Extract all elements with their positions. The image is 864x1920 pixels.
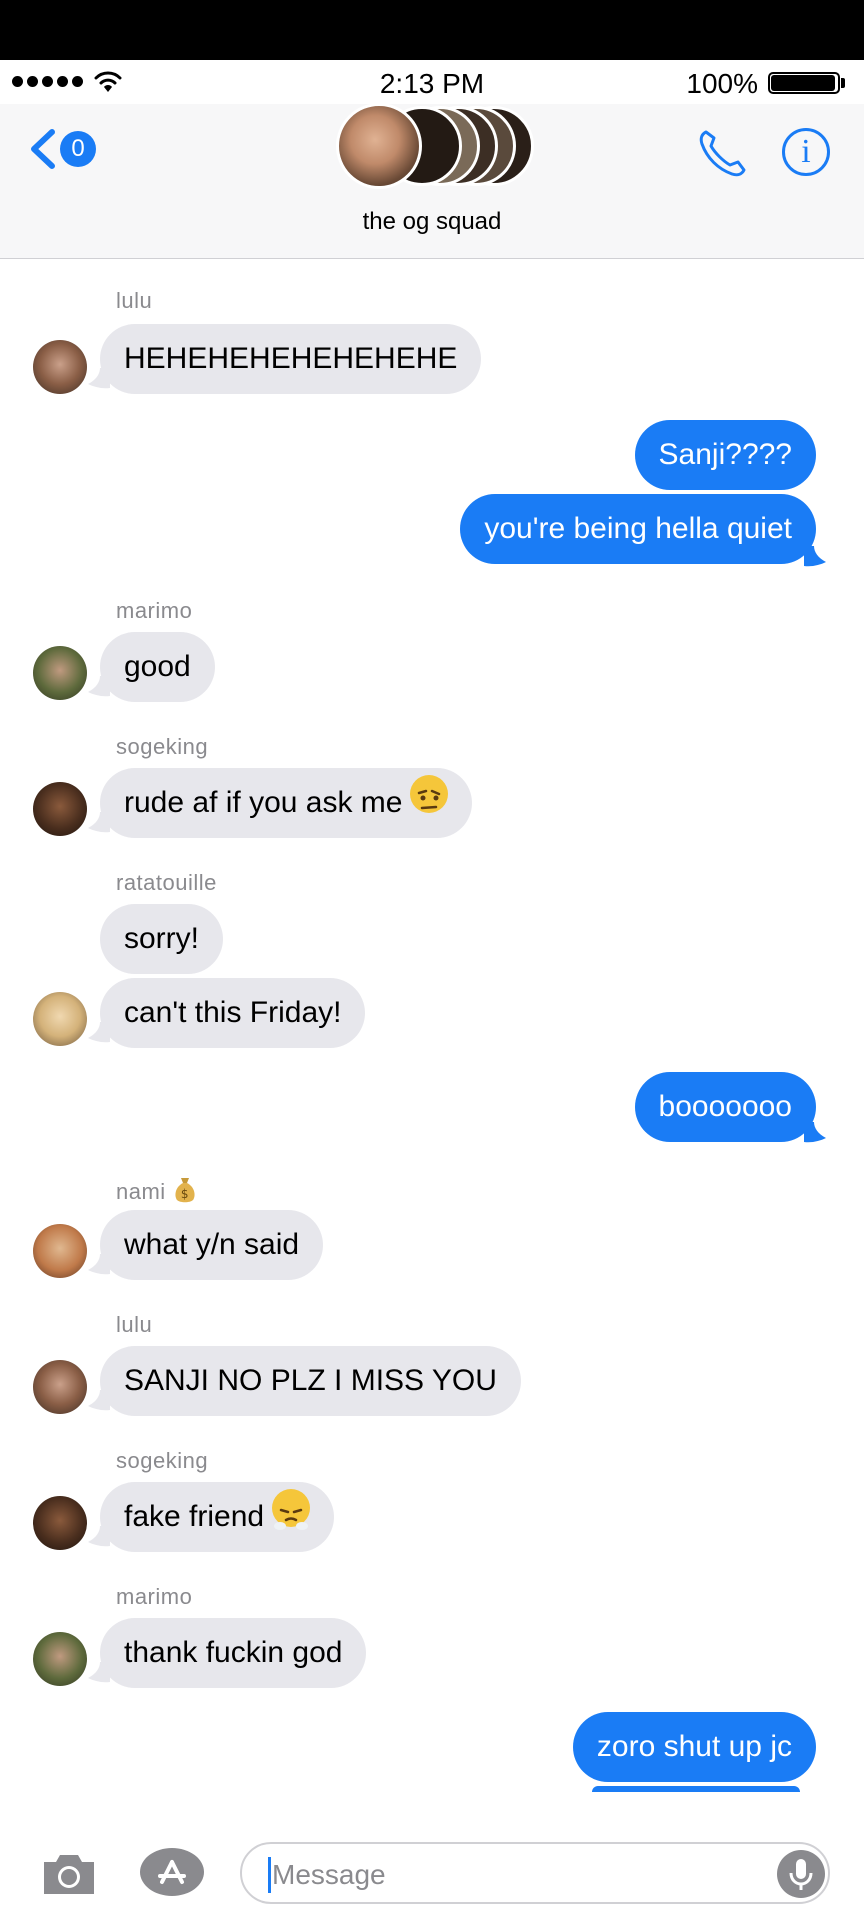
avatar <box>336 103 422 189</box>
app-store-icon[interactable] <box>138 1846 206 1898</box>
avatar <box>33 1360 87 1414</box>
message-field[interactable] <box>240 1842 830 1904</box>
camera-icon[interactable] <box>40 1850 98 1898</box>
message-bubble[interactable]: fake friend <box>100 1482 335 1552</box>
message-text: rude af if you ask me <box>124 786 403 819</box>
sender-name: ratatouille <box>116 870 217 895</box>
avatar <box>33 1496 87 1550</box>
chevron-left-icon <box>31 129 55 169</box>
battery-percentage: 100% <box>686 68 758 99</box>
microphone-icon[interactable] <box>777 1850 825 1898</box>
message-bubble[interactable]: can't this Friday! <box>100 978 366 1048</box>
conversation-header: 0 the og squad i <box>0 103 864 259</box>
message-bubble[interactable]: HEHEHEHEHEHEHEHE <box>100 324 482 394</box>
message-text: fake friend <box>124 1500 265 1533</box>
message-bubble[interactable]: zoro shut up jc <box>572 1712 816 1782</box>
raised-eyebrow-emoji-icon <box>410 775 449 813</box>
avatar <box>33 992 87 1046</box>
message-bubble[interactable]: what y/n said <box>100 1210 324 1280</box>
avatar <box>33 646 87 700</box>
sender-name: lulu <box>116 288 153 313</box>
sender-name: nami $ <box>116 1176 198 1205</box>
avatar <box>33 1632 87 1686</box>
sender-name: marimo <box>116 1584 193 1609</box>
sender-name: sogeking <box>116 1448 209 1473</box>
sender-label: nami <box>116 1179 166 1204</box>
sender-name: lulu <box>116 1312 153 1337</box>
message-input[interactable] <box>270 1852 754 1898</box>
sender-name: sogeking <box>116 734 209 759</box>
message-bubble[interactable]: good <box>100 632 215 702</box>
message-bubble[interactable]: thank fuckin god <box>100 1618 367 1688</box>
message-bubble[interactable]: Sanji???? <box>634 420 816 490</box>
message-bubble[interactable]: you're being hella quiet <box>460 494 816 564</box>
status-bar: 2:13 PM 100% <box>0 60 864 104</box>
message-bubble[interactable]: booooooo <box>634 1072 816 1142</box>
message-bubble[interactable]: SANJI NO PLZ I MISS YOU <box>100 1346 521 1416</box>
avatar <box>33 1224 87 1278</box>
top-black-bar <box>0 0 864 60</box>
phone-icon[interactable] <box>696 126 750 180</box>
avatar <box>33 782 87 836</box>
info-icon[interactable]: i <box>782 128 830 176</box>
svg-text:$: $ <box>181 1187 189 1201</box>
message-composer <box>0 1820 864 1920</box>
battery-icon <box>768 72 848 94</box>
avatar <box>33 340 87 394</box>
message-bubble[interactable]: rude af if you ask me <box>100 768 473 838</box>
money-bag-icon: $ <box>175 1178 195 1203</box>
group-title[interactable]: the og squad <box>0 208 864 236</box>
group-avatar-stack[interactable] <box>336 103 536 189</box>
message-bubble[interactable]: sorry! <box>100 904 223 974</box>
back-button[interactable]: 0 <box>28 128 96 170</box>
huffing-face-emoji-icon <box>272 1489 311 1530</box>
sender-name: marimo <box>116 598 193 623</box>
partial-message-bubble <box>592 1786 800 1792</box>
unread-count-badge: 0 <box>60 131 96 167</box>
